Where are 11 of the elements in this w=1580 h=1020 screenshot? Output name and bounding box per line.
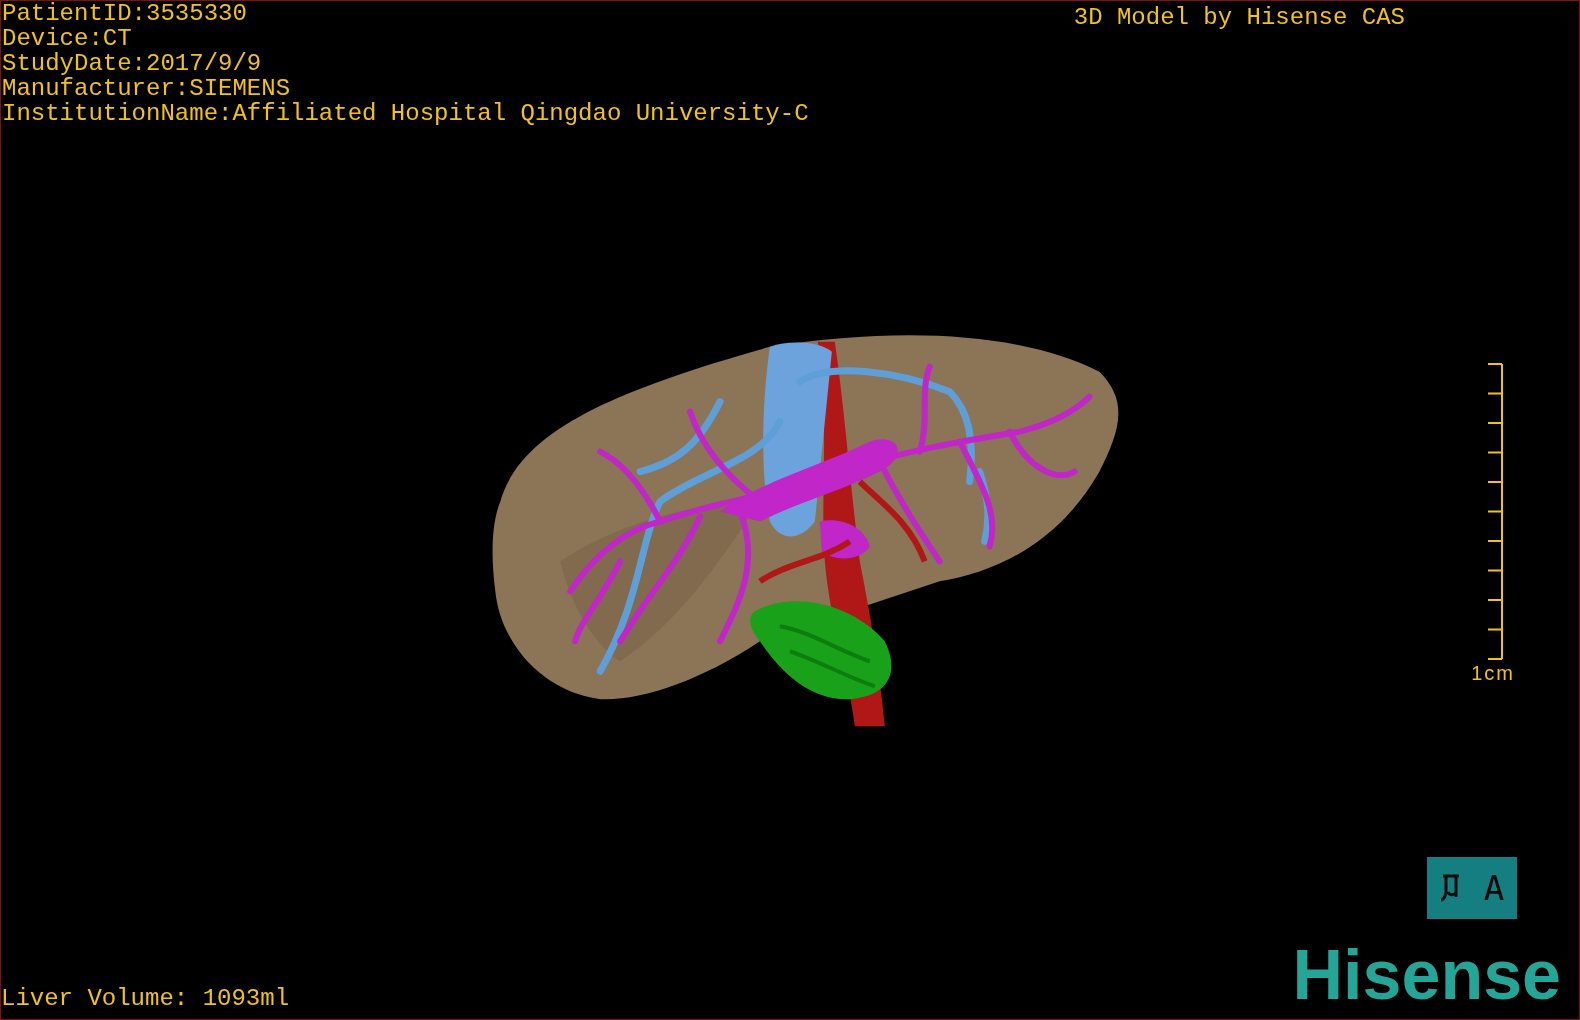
study-info-text: PatientID:3535330 xyxy=(2,1,248,26)
orientation-cube[interactable]: A xyxy=(1427,857,1517,919)
study-info-text: StudyDate:2017/9/9 xyxy=(2,51,263,76)
viewer-title: 3D Model by Hisense CAS xyxy=(1073,5,1405,30)
hisense-logo: Hisense xyxy=(1292,941,1562,1009)
liver-volume-text: Liver Volume: 1093ml xyxy=(1,986,290,1011)
study-info-text: Manufacturer:SIEMENS xyxy=(2,76,292,101)
study-info-text: Device:CT xyxy=(2,26,133,51)
scale-label: 1cm xyxy=(1471,662,1515,685)
orientation-glyph-icon xyxy=(1439,873,1462,903)
study-info-text: InstitutionName:Affiliated Hospital Qingdao University-C xyxy=(2,101,809,126)
